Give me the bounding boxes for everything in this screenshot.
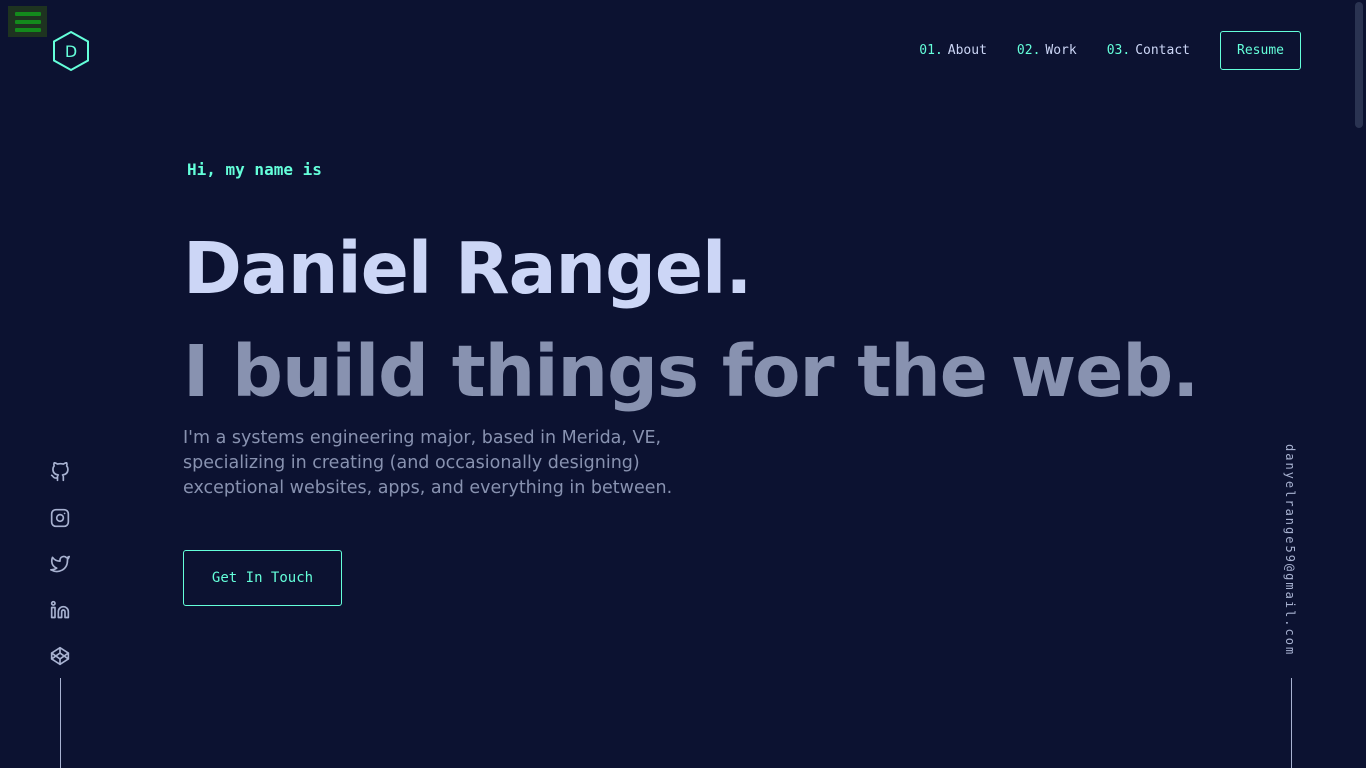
scrollbar-thumb[interactable] xyxy=(1355,2,1363,128)
social-links xyxy=(48,460,72,690)
menu-toggle-button[interactable] xyxy=(8,6,47,37)
twitter-icon xyxy=(50,555,70,573)
hexagon-logo-icon: D xyxy=(53,30,89,72)
hero-name: Daniel Rangel. xyxy=(183,227,752,310)
linkedin-icon xyxy=(50,600,70,619)
hero-description: I'm a systems engineering major, based i… xyxy=(183,428,673,498)
instagram-link[interactable] xyxy=(48,506,72,530)
nav-item-about[interactable]: 01. About xyxy=(919,43,987,58)
portfolio-page: D 01. About 02. Work 03. Contact Resume … xyxy=(0,0,1366,768)
nav-label: About xyxy=(947,43,987,58)
github-icon xyxy=(50,462,69,482)
menu-bar xyxy=(14,27,41,32)
github-link[interactable] xyxy=(48,460,72,484)
logo-link[interactable]: D xyxy=(51,30,91,72)
vertical-scrollbar[interactable] xyxy=(1351,0,1366,768)
nav-label: Work xyxy=(1045,43,1077,58)
social-divider-line xyxy=(60,678,61,768)
resume-button[interactable]: Resume xyxy=(1220,31,1301,70)
nav-number: 02. xyxy=(1016,43,1041,58)
hero-tagline: I build things for the web. xyxy=(183,330,1199,413)
nav-number: 01. xyxy=(919,43,943,58)
instagram-icon xyxy=(50,508,70,528)
nav-item-work[interactable]: 02. Work xyxy=(1017,43,1077,58)
linkedin-link[interactable] xyxy=(48,598,72,622)
main-nav: 01. About 02. Work 03. Contact Resume xyxy=(919,31,1301,70)
codepen-icon xyxy=(50,646,70,666)
logo-letter: D xyxy=(65,42,77,61)
twitter-link[interactable] xyxy=(48,552,72,576)
nav-item-contact[interactable]: 03. Contact xyxy=(1107,43,1190,58)
codepen-link[interactable] xyxy=(48,644,72,668)
menu-bar xyxy=(14,19,41,24)
get-in-touch-button[interactable]: Get In Touch xyxy=(183,550,342,606)
email-divider-line xyxy=(1291,678,1292,768)
nav-number: 03. xyxy=(1106,43,1131,58)
hero-greeting: Hi, my name is xyxy=(187,160,322,179)
email-link[interactable]: danyelrange59@gmail.com xyxy=(1283,444,1297,656)
menu-bar xyxy=(14,11,41,16)
nav-label: Contact xyxy=(1135,43,1190,58)
